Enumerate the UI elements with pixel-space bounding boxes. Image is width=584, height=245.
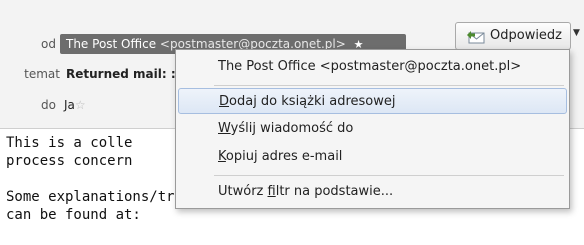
- context-menu: The Post Office <postmaster@poczta.onet.…: [175, 49, 570, 209]
- body-line: process concern: [6, 153, 133, 169]
- subject-label: temat: [24, 67, 60, 81]
- menu-header-address: The Post Office <postmaster@poczta.onet.…: [176, 54, 569, 80]
- reply-label: Odpowiedz: [490, 28, 563, 43]
- body-line: This is a colle: [6, 135, 133, 151]
- menu-item-copy-email[interactable]: Kopiuj adres e-mail: [176, 144, 569, 170]
- menu-item-add-to-address-book[interactable]: Dodaj do książki adresowej: [178, 88, 567, 114]
- to-value[interactable]: Ja☆: [64, 98, 86, 112]
- menu-separator: [214, 175, 564, 176]
- menu-separator: [214, 85, 564, 86]
- menu-accel: D: [219, 94, 230, 109]
- reply-button[interactable]: Odpowiedz: [455, 22, 571, 50]
- menu-header-text: The Post Office <postmaster@poczta.onet.…: [218, 59, 522, 74]
- menu-item-create-filter[interactable]: Utwórz filtr na podstawie...: [176, 179, 569, 205]
- reply-dropdown-icon[interactable]: ▼: [573, 28, 580, 38]
- body-line: can be found at:: [6, 207, 141, 223]
- email-viewer: od The Post Office <postmaster@poczta.on…: [0, 0, 584, 245]
- menu-label-pre: Utwórz: [218, 184, 268, 199]
- menu-label: iltr na podstawie...: [275, 184, 394, 199]
- from-label: od: [41, 37, 56, 51]
- menu-accel: f: [267, 184, 276, 199]
- menu-label: yślij wiadomość do: [230, 121, 354, 136]
- menu-label: opiuj adres e-mail: [225, 149, 343, 164]
- menu-item-send-message-to[interactable]: Wyślij wiadomość do: [176, 116, 569, 142]
- reply-envelope-icon: [466, 29, 486, 49]
- menu-accel: W: [218, 121, 231, 136]
- to-name: Ja: [64, 98, 75, 112]
- menu-label: odaj do książki adresowej: [229, 94, 396, 109]
- from-name: The Post Office: [66, 37, 157, 51]
- star-outline-icon[interactable]: ☆: [75, 98, 86, 112]
- subject-value: Returned mail: :: [66, 67, 176, 81]
- to-label: do: [41, 98, 56, 112]
- menu-accel: K: [218, 149, 226, 164]
